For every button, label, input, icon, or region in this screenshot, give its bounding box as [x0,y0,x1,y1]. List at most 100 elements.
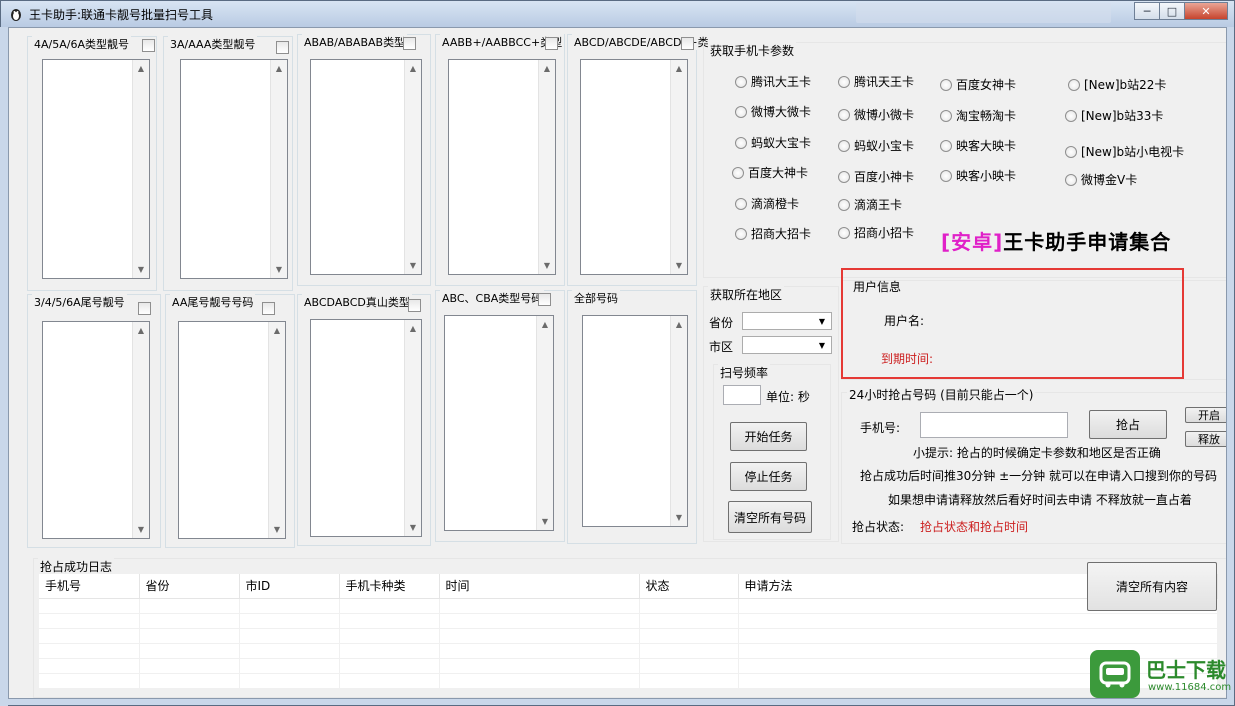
scroll-up-icon[interactable]: ▲ [133,60,149,77]
radio-card-3[interactable]: [New]b站22卡 [1068,76,1166,93]
number-listbox[interactable]: ▲ ▼ [42,321,150,539]
scroll-down-icon[interactable]: ▼ [271,261,287,278]
scroll-down-icon[interactable]: ▼ [405,257,421,274]
stop-task-button[interactable]: 停止任务 [730,462,807,491]
group-checkbox[interactable] [403,37,416,50]
start-task-button[interactable]: 开始任务 [730,422,807,451]
radio-card-13[interactable]: 百度小神卡 [838,168,914,185]
radio-card-15[interactable]: 微博金V卡 [1065,171,1137,188]
vertical-scrollbar[interactable]: ▲ ▼ [132,60,149,278]
open-button[interactable]: 开启 [1185,407,1226,423]
radio-card-0[interactable]: 腾讯大王卡 [735,73,811,90]
clear-log-button[interactable]: 清空所有内容 [1087,562,1217,611]
group-checkbox[interactable] [538,293,551,306]
table-row[interactable] [39,643,1218,659]
maximize-icon[interactable]: □ [1159,2,1185,20]
scroll-down-icon[interactable]: ▼ [671,509,687,526]
vertical-scrollbar[interactable]: ▲ ▼ [536,316,553,530]
table-row[interactable] [39,613,1218,629]
grab-button[interactable]: 抢占 [1089,410,1167,439]
table-row[interactable] [39,598,1218,614]
radio-card-6[interactable]: 淘宝畅淘卡 [940,107,1016,124]
city-select[interactable]: ▼ [742,336,832,354]
scroll-down-icon[interactable]: ▼ [539,257,555,274]
number-listbox[interactable]: ▲ ▼ [178,321,286,539]
scroll-down-icon[interactable]: ▼ [133,521,149,538]
col-header-status[interactable]: 状态 [639,574,739,599]
scroll-up-icon[interactable]: ▲ [671,316,687,333]
col-header-province[interactable]: 省份 [139,574,240,599]
col-header-city-id[interactable]: 市ID [239,574,340,599]
radio-card-11[interactable]: [New]b站小电视卡 [1065,143,1184,160]
group-label: ABCDABCD真山类型 [302,294,412,310]
radio-card-7[interactable]: [New]b站33卡 [1065,107,1163,124]
table-row[interactable] [39,673,1218,689]
minimize-icon[interactable]: ─ [1134,2,1160,20]
radio-card-18[interactable]: 招商大招卡 [735,225,811,242]
clear-numbers-button[interactable]: 清空所有号码 [728,501,812,533]
radio-card-8[interactable]: 蚂蚁大宝卡 [735,134,811,151]
radio-card-10[interactable]: 映客大映卡 [940,137,1016,154]
vertical-scrollbar[interactable]: ▲ ▼ [404,60,421,274]
radio-card-5[interactable]: 微博小微卡 [838,106,914,123]
group-4a5a6a: 4A/5A/6A类型靓号 ▲ ▼ [27,36,157,291]
table-row[interactable] [39,658,1218,674]
number-listbox[interactable]: ▲ ▼ [310,59,422,275]
vertical-scrollbar[interactable]: ▲ ▼ [268,322,285,538]
radio-card-12[interactable]: 百度大神卡 [732,164,808,181]
radio-card-17[interactable]: 滴滴王卡 [838,196,902,213]
col-header-phone[interactable]: 手机号 [39,574,140,599]
scroll-up-icon[interactable]: ▲ [537,316,553,333]
group-checkbox[interactable] [681,37,694,50]
scroll-up-icon[interactable]: ▲ [405,60,421,77]
radio-card-9[interactable]: 蚂蚁小宝卡 [838,137,914,154]
radio-card-16[interactable]: 滴滴橙卡 [735,195,799,212]
scroll-up-icon[interactable]: ▲ [269,322,285,339]
radio-card-14[interactable]: 映客小映卡 [940,167,1016,184]
radio-card-1[interactable]: 腾讯天王卡 [838,73,914,90]
table-cell [639,643,739,659]
scroll-down-icon[interactable]: ▼ [269,521,285,538]
scroll-up-icon[interactable]: ▲ [133,322,149,339]
number-listbox[interactable]: ▲ ▼ [444,315,554,531]
vertical-scrollbar[interactable]: ▲ ▼ [404,320,421,536]
scroll-up-icon[interactable]: ▲ [271,60,287,77]
table-cell [39,598,140,614]
province-select[interactable]: ▼ [742,312,832,330]
group-checkbox[interactable] [276,41,289,54]
number-listbox[interactable]: ▲ ▼ [582,315,688,527]
scroll-up-icon[interactable]: ▲ [405,320,421,337]
group-checkbox[interactable] [545,37,558,50]
table-row[interactable] [39,628,1218,644]
close-icon[interactable]: ✕ [1184,2,1228,20]
group-checkbox[interactable] [138,302,151,315]
scroll-down-icon[interactable]: ▼ [671,257,687,274]
col-header-time[interactable]: 时间 [439,574,640,599]
radio-card-4[interactable]: 微博大微卡 [735,103,811,120]
number-listbox[interactable]: ▲ ▼ [448,59,556,275]
vertical-scrollbar[interactable]: ▲ ▼ [270,60,287,278]
phone-input[interactable] [920,412,1068,438]
radio-card-19[interactable]: 招商小招卡 [838,224,914,241]
col-header-card-type[interactable]: 手机卡种类 [339,574,440,599]
group-checkbox[interactable] [262,302,275,315]
group-checkbox[interactable] [408,299,421,312]
radio-card-2[interactable]: 百度女神卡 [940,76,1016,93]
number-listbox[interactable]: ▲ ▼ [42,59,150,279]
number-listbox[interactable]: ▲ ▼ [580,59,688,275]
vertical-scrollbar[interactable]: ▲ ▼ [670,60,687,274]
number-listbox[interactable]: ▲ ▼ [310,319,422,537]
group-checkbox[interactable] [142,39,155,52]
number-listbox[interactable]: ▲ ▼ [180,59,288,279]
title-bar[interactable]: 王卡助手:联通卡靓号批量扫号工具 ─ □ ✕ [1,1,1234,27]
scroll-up-icon[interactable]: ▲ [671,60,687,77]
release-button[interactable]: 释放 [1185,431,1226,447]
vertical-scrollbar[interactable]: ▲ ▼ [538,60,555,274]
scroll-down-icon[interactable]: ▼ [405,519,421,536]
scroll-down-icon[interactable]: ▼ [133,261,149,278]
scroll-down-icon[interactable]: ▼ [537,513,553,530]
vertical-scrollbar[interactable]: ▲ ▼ [132,322,149,538]
scroll-up-icon[interactable]: ▲ [539,60,555,77]
frequency-input[interactable] [723,385,761,405]
vertical-scrollbar[interactable]: ▲ ▼ [670,316,687,526]
